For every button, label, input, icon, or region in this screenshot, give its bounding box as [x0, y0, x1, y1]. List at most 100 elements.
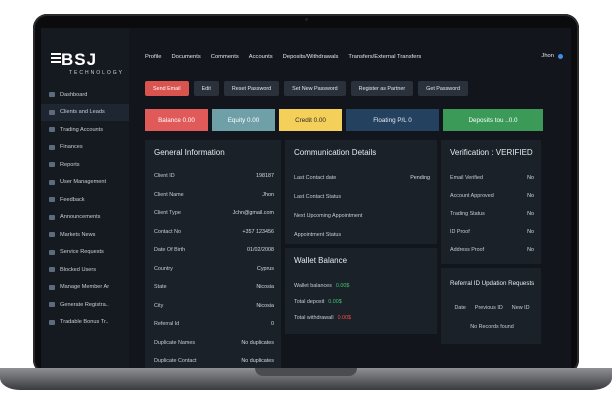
chart-icon: [49, 127, 55, 133]
general-value: Jchn@gmail.com: [232, 210, 274, 216]
communication-card: Communication Details Last Contact date P…: [285, 140, 437, 244]
sidebar-item[interactable]: Trading Accounts: [41, 121, 129, 139]
communication-row: Last Contact date Pending: [294, 175, 430, 181]
general-label: Date Of Birth: [154, 247, 186, 253]
verification-value: No: [527, 247, 534, 253]
screen: BSJ TECHNOLOGY Dashboard Clients and Lead…: [41, 28, 571, 368]
stat-tile: Floating P/L 0: [346, 109, 439, 131]
wallet-label: Wallet balances: [294, 283, 332, 289]
communication-label: Last Contact Status: [294, 194, 342, 200]
wallet-value: 0.00$: [337, 315, 352, 321]
sidebar-item[interactable]: Manage Member Ar: [41, 279, 129, 297]
sidebar-item[interactable]: Blocked Users: [41, 261, 129, 279]
general-label: City: [154, 302, 164, 309]
verification-card: Verification : VERIFIED Email Verified No…: [441, 140, 541, 264]
referral-header: Date Previous ID New ID: [450, 305, 534, 311]
verification-value: No: [527, 229, 534, 235]
sidebar-item[interactable]: Finances: [41, 139, 129, 157]
tab[interactable]: Transfers/External Transfers: [348, 54, 421, 60]
tab[interactable]: Deposits/Withdrawals: [283, 54, 339, 60]
action-button[interactable]: Reset Password: [223, 81, 280, 96]
communication-label: Next Upcoming Appointment: [294, 213, 363, 219]
wallet-row: Total withdrawall 0.00$: [294, 315, 430, 321]
sidebar-item-label: Trading Accounts: [60, 126, 104, 133]
stat-tile: Credit 0.00: [279, 109, 342, 131]
sidebar-item[interactable]: Clients and Leads: [41, 103, 129, 121]
sidebar-item[interactable]: Generate Registra..: [41, 296, 129, 314]
sidebar-item[interactable]: Feedback: [41, 191, 129, 209]
general-row: Contact No +357 123456: [154, 229, 274, 235]
action-button[interactable]: Register as Partner: [350, 81, 414, 96]
verification-row: Trading Status No: [450, 211, 534, 217]
general-value: Jhon: [262, 191, 274, 198]
action-bar: Send Email Edit Reset Password Set New Pass…: [145, 81, 473, 96]
users-icon: [49, 109, 55, 115]
verification-row: Email Verified No: [450, 175, 534, 181]
general-value: No duplicates: [241, 358, 274, 364]
feedback-icon: [49, 197, 55, 203]
action-button[interactable]: Set New Password: [284, 81, 346, 96]
verification-row: Address Proof No: [450, 247, 534, 253]
general-row: Client ID 198187: [154, 173, 274, 179]
sidebar: BSJ TECHNOLOGY Dashboard Clients and Lead…: [41, 28, 129, 368]
verification-value: No: [527, 175, 534, 181]
tab[interactable]: Accounts: [249, 54, 273, 60]
referral-empty: No Records found: [450, 324, 534, 330]
action-button[interactable]: Edit: [193, 81, 219, 96]
general-label: Duplicate Names: [154, 339, 196, 346]
general-row: Client Type Jchn@gmail.com: [154, 210, 274, 216]
referral-title: Referral ID Updation Requests: [450, 280, 535, 287]
tab[interactable]: Comments: [211, 54, 239, 60]
general-value: No duplicates: [241, 339, 274, 346]
general-info-card: General Information Client ID 198187 Clien…: [145, 140, 281, 368]
user-name: Jhon: [541, 53, 554, 59]
bonus-icon: [49, 319, 55, 325]
sidebar-item-label: Dashboard: [60, 91, 88, 98]
general-row: Referral Id 0: [154, 321, 274, 327]
sidebar-item[interactable]: Markets News: [41, 226, 129, 244]
logo-bars-icon: [51, 53, 61, 65]
sidebar-item-label: Markets News: [60, 231, 96, 238]
general-value: 0: [271, 321, 274, 327]
report-icon: [49, 162, 55, 168]
sidebar-item[interactable]: Reports: [41, 156, 129, 174]
general-label: Duplicate Contact: [154, 358, 197, 364]
megaphone-icon: [49, 214, 55, 220]
wallet-value: 0.00$: [335, 283, 350, 289]
wallet-card: Wallet Balance Wallet balances 0.00$ Total…: [285, 248, 437, 334]
sidebar-item[interactable]: Announcements: [41, 209, 129, 227]
general-value: Cyprus: [256, 265, 274, 272]
sidebar-item-label: Clients and Leads: [60, 109, 105, 116]
general-label: Client ID: [154, 173, 175, 179]
general-row: Country Cyprus: [154, 266, 274, 272]
communication-label: Last Contact date: [294, 175, 337, 181]
action-button[interactable]: Get Password: [418, 81, 468, 96]
sidebar-item-label: Service Requests: [60, 249, 104, 256]
user-menu[interactable]: Jhon: [541, 53, 563, 59]
tab[interactable]: Profile: [145, 54, 161, 60]
verification-label: Email Verified: [450, 175, 483, 181]
sidebar-item[interactable]: Dashboard: [41, 86, 129, 104]
tab[interactable]: Documents: [171, 54, 200, 60]
general-row: Date Of Birth 01/02/2008: [154, 247, 274, 253]
referral-col-date: Date: [454, 305, 466, 311]
wallet-label: Total deposit: [294, 299, 325, 305]
sidebar-item-label: Feedback: [60, 196, 85, 203]
general-label: Client Name: [154, 191, 184, 198]
block-icon: [49, 267, 55, 273]
sidebar-item[interactable]: User Management: [41, 174, 129, 192]
wallet-label: Total withdrawall: [294, 315, 334, 321]
sidebar-item[interactable]: Service Requests: [41, 244, 129, 262]
general-label: Contact No: [154, 228, 181, 235]
general-label: State: [154, 284, 167, 290]
sidebar-item[interactable]: Tradable Bonus Tr..: [41, 314, 129, 332]
communication-row: Next Upcoming Appointment: [294, 213, 430, 219]
general-row: City Nicosia: [154, 303, 274, 309]
general-row: State Nicosia: [154, 284, 274, 290]
verification-value: No: [527, 211, 534, 217]
top-nav: Profile Documents Comments Accounts Deposits…: [145, 54, 431, 60]
general-value: 01/02/2008: [247, 247, 274, 253]
action-button[interactable]: Send Email: [145, 81, 189, 96]
general-row: Duplicate Names No duplicates: [154, 340, 274, 346]
sidebar-item-label: Finances: [60, 144, 83, 151]
